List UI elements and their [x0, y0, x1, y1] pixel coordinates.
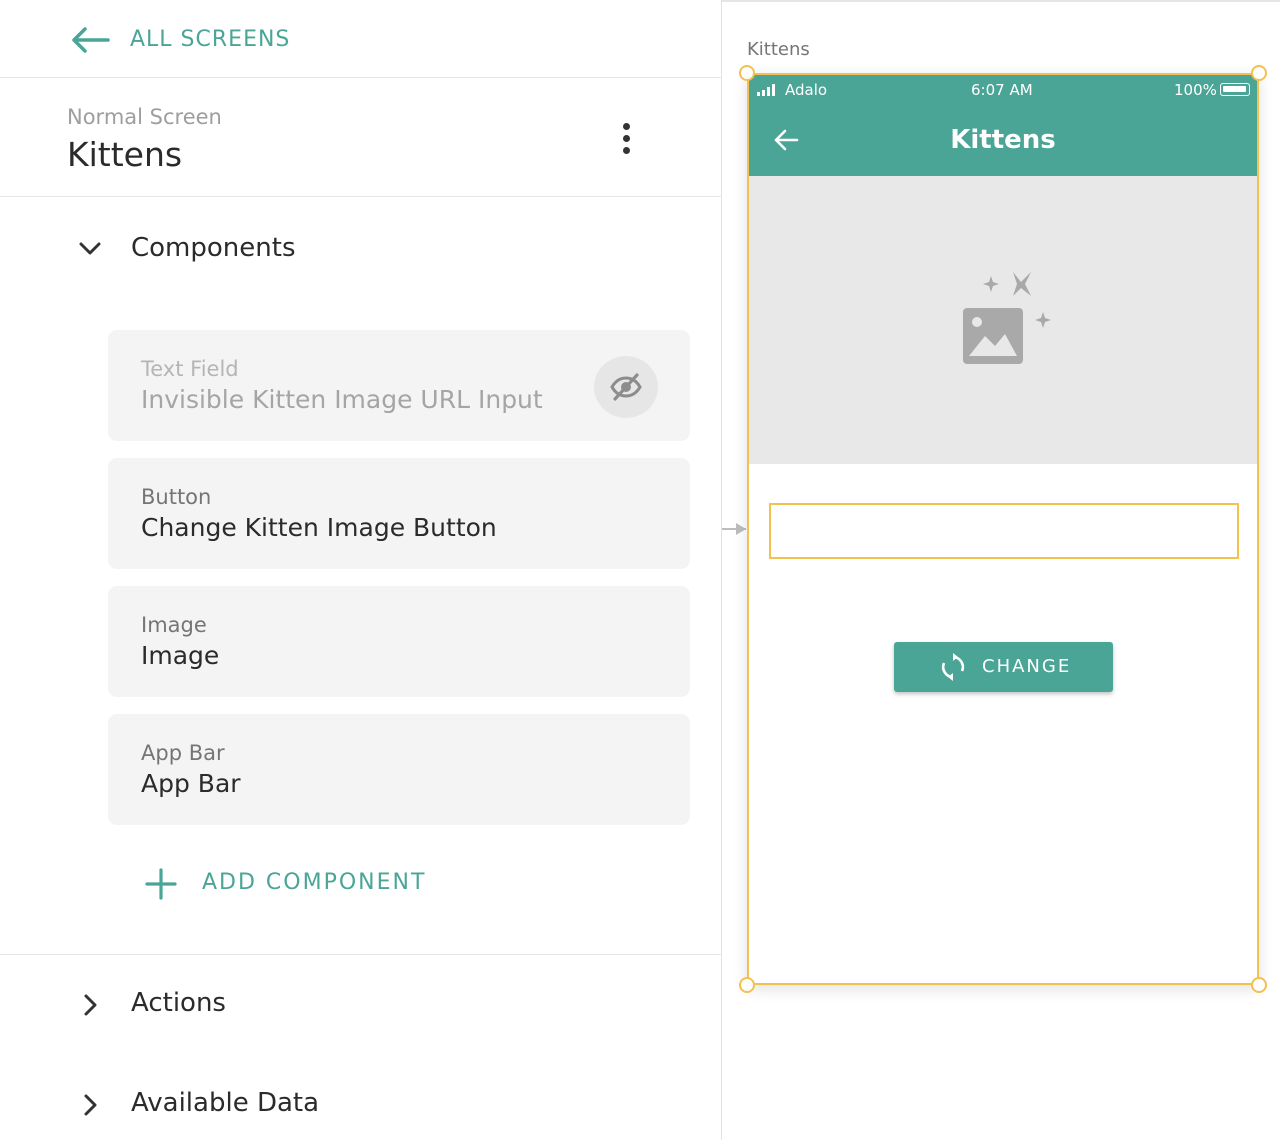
text-field-preview[interactable]: [769, 503, 1239, 559]
all-screens-label: ALL SCREENS: [130, 27, 291, 52]
available-data-section-title: Available Data: [131, 1088, 320, 1118]
chevron-right-icon: [84, 1094, 97, 1116]
add-component-button[interactable]: ADD COMPONENT: [145, 864, 445, 904]
chevron-right-icon: [84, 994, 97, 1016]
available-data-section-header[interactable]: Available Data: [0, 1076, 722, 1136]
connector-arrow-icon: [736, 523, 746, 535]
screen-properties-panel: ALL SCREENS Normal Screen Kittens Compon…: [0, 0, 722, 1140]
component-type: Image: [141, 613, 207, 637]
screen-type: Normal Screen: [67, 105, 222, 129]
components-section-title: Components: [131, 233, 296, 263]
component-name: App Bar: [141, 769, 241, 798]
components-section-header[interactable]: Components: [0, 222, 722, 282]
more-options-icon[interactable]: [614, 123, 638, 157]
screen-header: Normal Screen Kittens: [0, 79, 722, 197]
change-button[interactable]: CHANGE: [894, 642, 1113, 692]
component-item-image[interactable]: Image Image: [108, 586, 690, 697]
arrow-left-icon: [72, 27, 110, 53]
battery-icon: [1220, 83, 1250, 96]
visibility-toggle-button[interactable]: [594, 356, 658, 418]
screen-name: Kittens: [67, 135, 183, 174]
section-divider: [0, 954, 722, 955]
add-component-label: ADD COMPONENT: [202, 870, 427, 895]
actions-section-header[interactable]: Actions: [0, 976, 722, 1036]
component-name: Invisible Kitten Image URL Input: [141, 385, 543, 414]
signal-icon: [757, 84, 775, 96]
canvas-screen-label[interactable]: Kittens: [747, 39, 810, 60]
component-type: App Bar: [141, 741, 225, 765]
status-bar: Adalo 6:07 AM 100%: [749, 75, 1257, 103]
component-type: Text Field: [141, 357, 239, 381]
component-item-app-bar[interactable]: App Bar App Bar: [108, 714, 690, 825]
app-bar-title: Kittens: [950, 125, 1056, 155]
component-item-text-field[interactable]: Text Field Invisible Kitten Image URL In…: [108, 330, 690, 441]
battery-percent: 100%: [1174, 81, 1217, 99]
chevron-down-icon: [79, 242, 101, 255]
component-name: Image: [141, 641, 220, 670]
change-button-label: CHANGE: [982, 656, 1072, 677]
resize-handle-bottom-left[interactable]: [739, 977, 755, 993]
component-item-button[interactable]: Button Change Kitten Image Button: [108, 458, 690, 569]
component-type: Button: [141, 485, 212, 509]
resize-handle-bottom-right[interactable]: [1251, 977, 1267, 993]
resize-handle-top-right[interactable]: [1251, 65, 1267, 81]
screen-preview[interactable]: Adalo 6:07 AM 100% Kittens CHANGE: [747, 73, 1259, 985]
eye-off-icon: [610, 373, 642, 401]
app-bar[interactable]: Adalo 6:07 AM 100% Kittens: [749, 75, 1257, 176]
image-placeholder[interactable]: [749, 176, 1257, 464]
status-time: 6:07 AM: [971, 81, 1033, 99]
carrier-name: Adalo: [785, 81, 828, 99]
component-name: Change Kitten Image Button: [141, 513, 497, 542]
refresh-icon: [941, 653, 965, 681]
plus-icon: [145, 868, 177, 900]
resize-handle-top-left[interactable]: [739, 65, 755, 81]
actions-section-title: Actions: [131, 988, 226, 1018]
image-placeholder-icon: [963, 272, 1051, 364]
all-screens-link[interactable]: ALL SCREENS: [0, 2, 722, 78]
